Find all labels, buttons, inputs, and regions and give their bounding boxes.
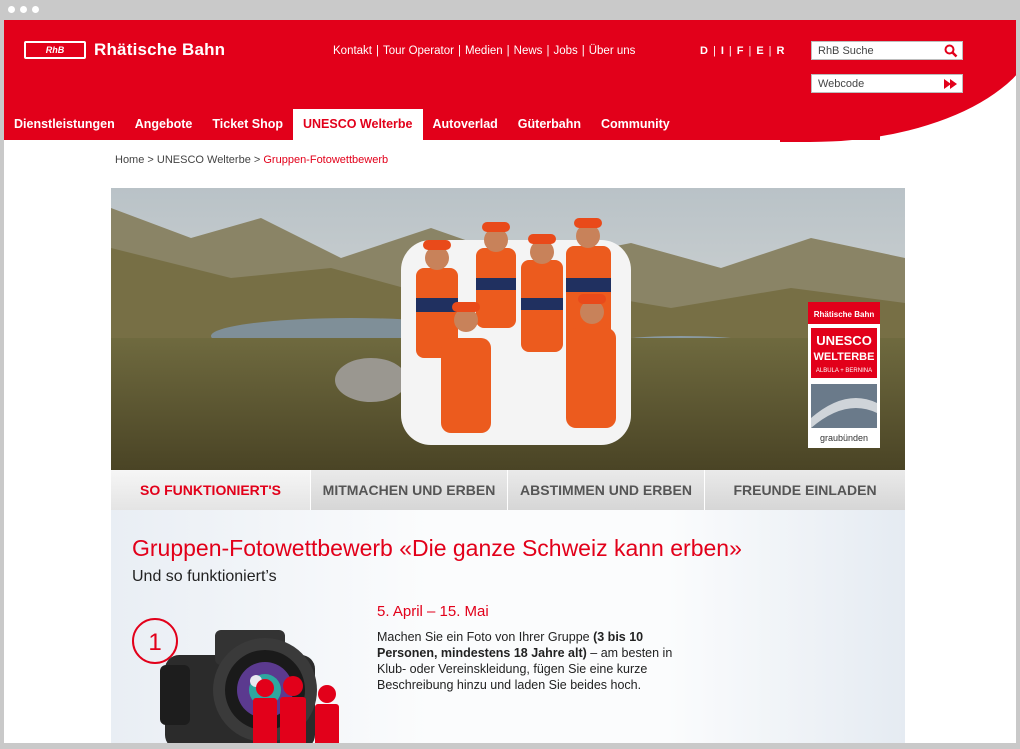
badge-line1: UNESCO	[816, 333, 872, 348]
nav-item-community[interactable]: Community	[591, 109, 680, 140]
tab-freunde-einladen[interactable]: FREUNDE EINLADEN	[705, 470, 905, 510]
language-de[interactable]: D	[700, 45, 708, 57]
topnav-link-ueber-uns[interactable]: Über uns	[589, 45, 636, 57]
frame-left	[0, 20, 4, 749]
breadcrumb-section[interactable]: UNESCO Welterbe	[157, 154, 251, 166]
tab-so-funktionierts[interactable]: SO FUNKTIONIERT'S	[111, 470, 311, 510]
site-logo[interactable]: RhB Rhätische Bahn	[24, 40, 225, 60]
tab-bar: SO FUNKTIONIERT'S MITMACHEN UND ERBEN AB…	[111, 470, 905, 510]
webcode-placeholder: Webcode	[818, 78, 865, 90]
breadcrumb-current: Gruppen-Fotowettbewerb	[263, 154, 389, 166]
window-dot-icon[interactable]	[8, 6, 15, 13]
nav-item-angebote[interactable]: Angebote	[125, 109, 203, 140]
webcode-input[interactable]: Webcode	[811, 74, 963, 93]
badge-line2: WELTERBE	[814, 351, 875, 363]
window-dot-icon[interactable]	[32, 6, 39, 13]
topnav-link-kontakt[interactable]: Kontakt	[333, 45, 372, 57]
nav-item-gueterbahn[interactable]: Güterbahn	[508, 109, 591, 140]
separator: |	[748, 45, 752, 57]
language-fr[interactable]: F	[737, 45, 744, 57]
topnav-link-medien[interactable]: Medien	[465, 45, 503, 57]
breadcrumb-home[interactable]: Home	[115, 154, 144, 166]
search-icon[interactable]	[944, 44, 958, 58]
step-description: Machen Sie ein Foto von Ihrer Gruppe (3 …	[377, 629, 677, 693]
camera-icon	[160, 630, 339, 749]
window-chrome	[0, 0, 1020, 20]
badge-line3: ALBULA + BERNINA	[816, 368, 872, 374]
contest-date: 5. April – 15. Mai	[377, 603, 489, 620]
brand-name: Rhätische Bahn	[94, 40, 226, 59]
mountain-landscape-illustration: Rhätische Bahn UNESCO WELTERBE ALBULA + …	[111, 188, 905, 470]
frame-right	[1016, 20, 1020, 749]
badge-footer: graubünden	[820, 433, 868, 443]
separator: |	[546, 45, 550, 57]
separator: |	[728, 45, 732, 57]
topnav-link-tour-operator[interactable]: Tour Operator	[383, 45, 454, 57]
browser-window: RhB Rhätische Bahn Kontakt | Tour Operator…	[0, 0, 1020, 749]
group-people-icon	[253, 676, 339, 749]
topnav-link-news[interactable]: News	[514, 45, 543, 57]
separator: |	[376, 45, 379, 57]
desc-text-start: Machen Sie ein Foto von Ihrer Gruppe	[377, 630, 594, 644]
topnav-link-jobs[interactable]: Jobs	[553, 45, 577, 57]
workers-group	[401, 218, 631, 445]
language-rm[interactable]: R	[777, 45, 785, 57]
search-placeholder: RhB Suche	[818, 45, 874, 57]
badge-brand: Rhätische Bahn	[814, 310, 875, 319]
unesco-welterbe-badge: Rhätische Bahn UNESCO WELTERBE ALBULA + …	[808, 302, 880, 448]
breadcrumb: Home > UNESCO Welterbe > Gruppen-Fotowet…	[115, 154, 389, 166]
nav-item-autoverlad[interactable]: Autoverlad	[423, 109, 508, 140]
frame-bottom	[0, 743, 1020, 749]
page-subtitle: Und so funktioniert’s	[132, 568, 277, 585]
tab-mitmachen-und-erben[interactable]: MITMACHEN UND ERBEN	[311, 470, 508, 510]
main-navigation: Dienstleistungen Angebote Ticket Shop UN…	[4, 109, 680, 140]
page-title: Gruppen-Fotowettbewerb «Die ganze Schwei…	[132, 535, 742, 561]
nav-item-unesco-welterbe[interactable]: UNESCO Welterbe	[292, 109, 423, 140]
language-en[interactable]: E	[756, 45, 763, 57]
rhb-logo-icon: RhB	[24, 41, 86, 59]
separator: |	[712, 45, 716, 57]
search-input[interactable]: RhB Suche	[811, 41, 963, 60]
top-navigation: Kontakt | Tour Operator | Medien | News | Jobs | Ü…	[333, 45, 635, 57]
language-switcher: D | I | F | E | R	[700, 45, 784, 57]
tab-abstimmen-und-erben[interactable]: ABSTIMMEN UND ERBEN	[508, 470, 705, 510]
window-dot-icon[interactable]	[20, 6, 27, 13]
separator: |	[506, 45, 510, 57]
fast-forward-icon[interactable]	[944, 79, 958, 89]
nav-item-ticket-shop[interactable]: Ticket Shop	[202, 109, 293, 140]
separator: |	[581, 45, 585, 57]
nav-item-dienstleistungen[interactable]: Dienstleistungen	[4, 109, 125, 140]
separator: |	[457, 45, 461, 57]
separator: |	[768, 45, 772, 57]
hero-image: Rhätische Bahn UNESCO WELTERBE ALBULA + …	[111, 188, 905, 470]
